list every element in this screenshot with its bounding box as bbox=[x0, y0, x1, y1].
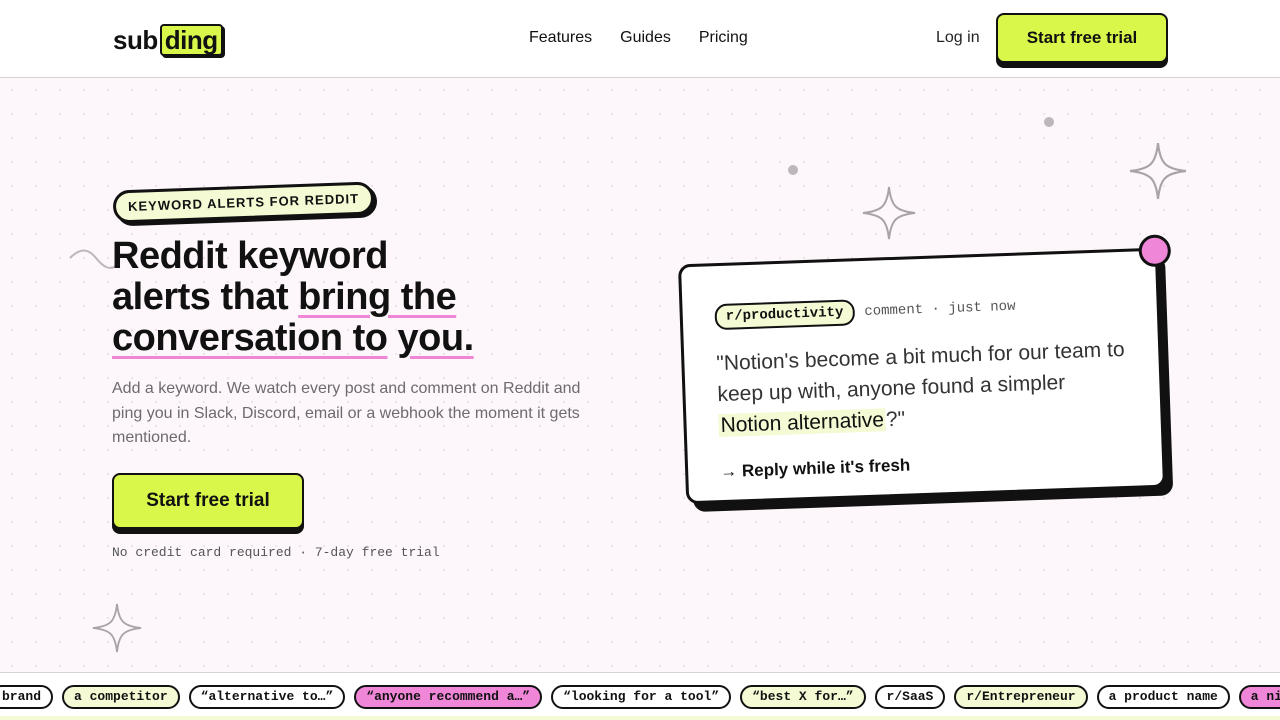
keyword-pill: “looking for a tool” bbox=[551, 685, 732, 709]
hero-title-highlight: you. bbox=[397, 317, 475, 359]
alert-preview-card: r/productivity comment · just now "Notio… bbox=[677, 234, 1172, 505]
sparkle-icon bbox=[1129, 142, 1187, 200]
logo-text-sub: sub bbox=[113, 24, 158, 55]
subreddit-badge: r/productivity bbox=[714, 299, 855, 331]
hero-title-line2a: alerts that bbox=[112, 276, 299, 318]
dot-decoration bbox=[788, 165, 798, 175]
hero-note: No credit card required · 7-day free tri… bbox=[112, 545, 440, 560]
keyword-pill: r/SaaS bbox=[874, 685, 946, 709]
hero-start-trial-button[interactable]: Start free trial bbox=[112, 473, 304, 529]
login-link[interactable]: Log in bbox=[936, 29, 980, 47]
quote-keyword-highlight: Notion alternative bbox=[718, 408, 887, 438]
hero-title-line1: Reddit keyword bbox=[112, 235, 388, 277]
keyword-pill: “alternative to…” bbox=[188, 685, 346, 709]
keyword-pill: “anyone recommend a…” bbox=[354, 685, 543, 709]
sparkle-icon bbox=[862, 186, 916, 240]
main-nav: Features Guides Pricing bbox=[529, 29, 748, 47]
quote-text: "Notion's become a bit much for our team… bbox=[716, 337, 1125, 407]
card-quote: "Notion's become a bit much for our team… bbox=[716, 334, 1129, 441]
reply-link[interactable]: → Reply while it's fresh bbox=[720, 455, 911, 482]
keyword-pill: brand bbox=[0, 685, 54, 709]
card-meta-text: comment · just now bbox=[864, 298, 1016, 320]
keyword-marquee: brand a competitor “alternative to…” “anyon… bbox=[0, 672, 1280, 720]
hero-title: Reddit keyword alerts that bring the con… bbox=[112, 236, 592, 359]
nav-guides[interactable]: Guides bbox=[620, 29, 671, 47]
sparkle-icon bbox=[92, 603, 142, 653]
squiggle-decoration-icon bbox=[69, 249, 117, 269]
site-header: sub ding Features Guides Pricing Log in … bbox=[0, 0, 1280, 78]
keyword-pill: “best X for…” bbox=[740, 685, 866, 709]
hero-title-highlight: bring the bbox=[298, 276, 457, 318]
keyword-pill: r/Entrepreneur bbox=[954, 685, 1088, 709]
dot-decoration bbox=[1044, 117, 1054, 127]
card-meta: r/productivity comment · just now bbox=[714, 294, 1016, 331]
marquee-base-strip bbox=[0, 716, 1280, 720]
logo-text-ding: ding bbox=[159, 24, 223, 56]
keyword-pill: a niche t bbox=[1238, 685, 1280, 709]
keyword-pill: a product name bbox=[1096, 685, 1230, 709]
hero-title-highlight: conversation to bbox=[112, 317, 388, 359]
header-start-trial-button[interactable]: Start free trial bbox=[996, 13, 1168, 63]
hero-subtitle: Add a keyword. We watch every post and c… bbox=[112, 380, 581, 446]
marquee-track: brand a competitor “alternative to…” “anyon… bbox=[0, 685, 1280, 709]
nav-features[interactable]: Features bbox=[529, 29, 592, 47]
logo[interactable]: sub ding bbox=[113, 22, 223, 58]
keyword-pill: a competitor bbox=[62, 685, 180, 709]
quote-text-end: ?" bbox=[885, 407, 906, 432]
nav-pricing[interactable]: Pricing bbox=[699, 29, 748, 47]
